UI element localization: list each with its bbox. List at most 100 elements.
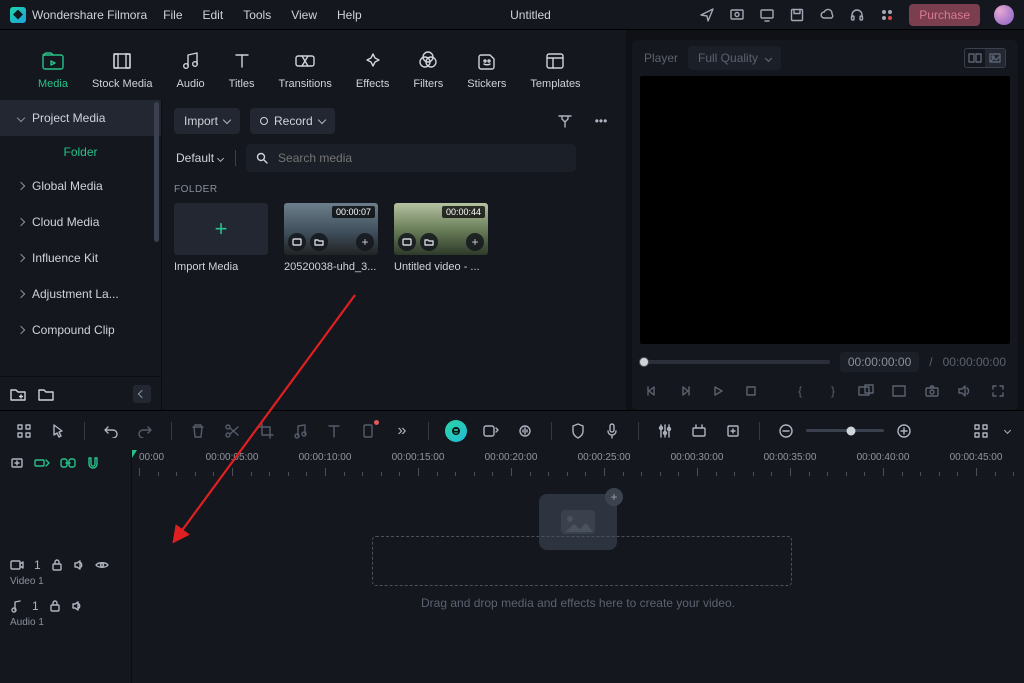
- cloud-icon[interactable]: [819, 7, 835, 23]
- mixer-icon[interactable]: [655, 421, 675, 441]
- playhead-indicator[interactable]: [132, 450, 137, 458]
- prev-frame-icon[interactable]: [644, 382, 661, 400]
- media-clip-tile[interactable]: 00:00:07 + 20520038-uhd_3...: [284, 203, 378, 273]
- menu-tools[interactable]: Tools: [243, 8, 271, 22]
- render-icon[interactable]: [723, 421, 743, 441]
- tab-media[interactable]: Media: [26, 42, 80, 100]
- timeline-ruler[interactable]: 00:00 00:00:05:00 00:00:10:00 00:00:15:0…: [132, 450, 1024, 476]
- search-box[interactable]: [246, 144, 576, 172]
- clip-info-icon[interactable]: [398, 233, 416, 251]
- single-view-icon[interactable]: [985, 49, 1005, 67]
- shield-icon[interactable]: [568, 421, 588, 441]
- dual-view-icon[interactable]: [965, 49, 985, 67]
- zoom-slider[interactable]: [806, 429, 884, 432]
- more-tools-icon[interactable]: »: [392, 421, 412, 441]
- filter-icon[interactable]: [552, 108, 578, 134]
- ai-enhance-icon[interactable]: [481, 421, 501, 441]
- monitor-icon[interactable]: [759, 7, 775, 23]
- audio-track-header[interactable]: 1 Audio 1: [0, 593, 131, 634]
- import-button[interactable]: Import: [174, 108, 240, 134]
- stop-icon[interactable]: [743, 382, 760, 400]
- clip-info-icon[interactable]: [288, 233, 306, 251]
- sidebar-subitem-folder[interactable]: Folder: [0, 136, 161, 168]
- save-icon[interactable]: [789, 7, 805, 23]
- tab-stock-media[interactable]: Stock Media: [80, 42, 165, 100]
- mute-icon[interactable]: [71, 600, 83, 612]
- visibility-icon[interactable]: [95, 560, 109, 570]
- folder-icon[interactable]: [38, 387, 54, 401]
- delete-icon[interactable]: [188, 421, 208, 441]
- apps-grid-icon[interactable]: [879, 7, 895, 23]
- sidebar-item-project-media[interactable]: Project Media: [0, 100, 161, 136]
- more-options-icon[interactable]: •••: [588, 108, 614, 134]
- timeline-tracks[interactable]: + Drag and drop media and effects here t…: [132, 476, 1024, 683]
- menu-file[interactable]: File: [163, 8, 182, 22]
- import-media-tile[interactable]: + Import Media: [174, 203, 268, 273]
- new-folder-icon[interactable]: [10, 387, 26, 401]
- headphones-icon[interactable]: [849, 7, 865, 23]
- lock-icon[interactable]: [51, 559, 63, 571]
- play-icon[interactable]: [710, 382, 727, 400]
- tab-transitions[interactable]: Transitions: [267, 42, 344, 100]
- player-seek-bar[interactable]: [644, 360, 830, 364]
- tab-filters[interactable]: Filters: [401, 42, 455, 100]
- clip-add-icon[interactable]: +: [466, 233, 484, 251]
- fullscreen-icon[interactable]: [989, 382, 1006, 400]
- sidebar-item-adjustment-layer[interactable]: Adjustment La...: [0, 276, 161, 312]
- menu-view[interactable]: View: [291, 8, 317, 22]
- sidebar-item-influence-kit[interactable]: Influence Kit: [0, 240, 161, 276]
- sidebar-item-compound-clip[interactable]: Compound Clip: [0, 312, 161, 348]
- player-viewport[interactable]: [640, 76, 1010, 344]
- lock-icon[interactable]: [49, 600, 61, 612]
- redo-icon[interactable]: [135, 421, 155, 441]
- record-button[interactable]: Record: [250, 108, 335, 134]
- music-icon[interactable]: [290, 421, 310, 441]
- sidebar-scrollbar[interactable]: [154, 102, 159, 332]
- menu-help[interactable]: Help: [337, 8, 362, 22]
- quality-dropdown[interactable]: Full Quality: [688, 46, 781, 70]
- volume-icon[interactable]: [956, 382, 973, 400]
- menu-edit[interactable]: Edit: [203, 8, 224, 22]
- markers-icon[interactable]: [689, 421, 709, 441]
- timeline-canvas[interactable]: 00:00 00:00:05:00 00:00:10:00 00:00:15:0…: [132, 450, 1024, 683]
- purchase-button[interactable]: Purchase: [909, 4, 980, 26]
- sidebar-item-global-media[interactable]: Global Media: [0, 168, 161, 204]
- zoom-out-icon[interactable]: [776, 421, 796, 441]
- clip-folder-icon[interactable]: [420, 233, 438, 251]
- voiceover-mic-icon[interactable]: [602, 421, 622, 441]
- auto-ripple-icon[interactable]: [34, 457, 50, 469]
- media-clip-tile[interactable]: 00:00:44 + Untitled video - ...: [394, 203, 488, 273]
- magnet-snap-icon[interactable]: [86, 456, 100, 470]
- aspect-ratio-icon[interactable]: [890, 382, 907, 400]
- color-icon[interactable]: [358, 421, 378, 441]
- select-tool-icon[interactable]: [14, 421, 34, 441]
- undo-icon[interactable]: [101, 421, 121, 441]
- compare-icon[interactable]: [857, 382, 874, 400]
- tab-audio[interactable]: Audio: [165, 42, 217, 100]
- screen-record-icon[interactable]: [729, 7, 745, 23]
- link-tracks-icon[interactable]: [60, 457, 76, 469]
- clip-folder-icon[interactable]: [310, 233, 328, 251]
- track-view-icon[interactable]: [971, 421, 991, 441]
- add-track-icon[interactable]: [10, 456, 24, 470]
- pointer-tool-icon[interactable]: [48, 421, 68, 441]
- text-icon[interactable]: [324, 421, 344, 441]
- zoom-in-icon[interactable]: [894, 421, 914, 441]
- sidebar-item-cloud-media[interactable]: Cloud Media: [0, 204, 161, 240]
- snapshot-icon[interactable]: [923, 382, 940, 400]
- tab-titles[interactable]: Titles: [217, 42, 267, 100]
- mute-icon[interactable]: [73, 559, 85, 571]
- mark-out-icon[interactable]: }: [825, 382, 842, 400]
- player-view-toggle[interactable]: [964, 48, 1006, 68]
- collapse-sidebar-button[interactable]: [133, 385, 151, 403]
- search-input[interactable]: [276, 150, 566, 166]
- crop-icon[interactable]: [256, 421, 276, 441]
- play-stepback-icon[interactable]: [677, 382, 694, 400]
- video-track-header[interactable]: 1 Video 1: [0, 552, 131, 593]
- chevron-down-icon[interactable]: [1004, 427, 1011, 434]
- send-icon[interactable]: [699, 7, 715, 23]
- split-icon[interactable]: [222, 421, 242, 441]
- tab-effects[interactable]: Effects: [344, 42, 401, 100]
- mark-in-icon[interactable]: {: [792, 382, 809, 400]
- clip-add-icon[interactable]: +: [356, 233, 374, 251]
